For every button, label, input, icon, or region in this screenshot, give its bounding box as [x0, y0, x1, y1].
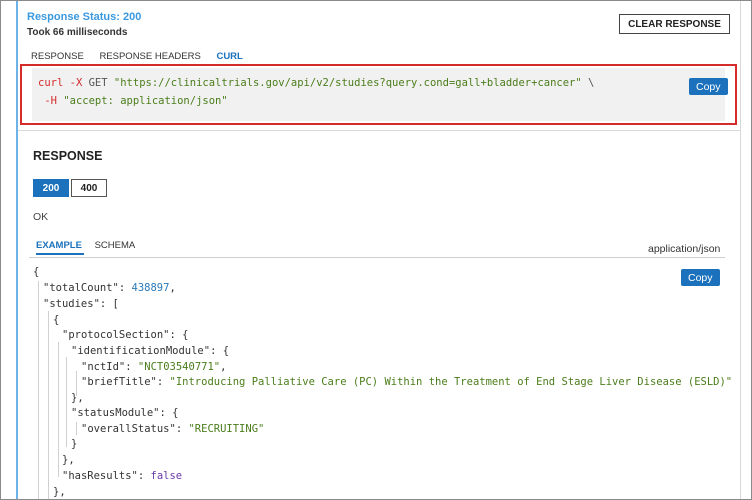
response-code-buttons: 200 400	[33, 179, 109, 197]
curl-code-block: curl -X GET "https://clinicaltrials.gov/…	[32, 68, 728, 121]
curl-header: "accept: application/json"	[63, 95, 228, 107]
curl-continuation: \	[588, 77, 595, 89]
curl-url: "https://clinicaltrials.gov/api/v2/studi…	[113, 77, 582, 89]
json-boolean: false	[150, 470, 183, 482]
json-line: "identificationModule": {	[71, 345, 230, 357]
subtabs-divider	[29, 257, 725, 258]
response-time-text: Took 66 milliseconds	[27, 27, 128, 38]
json-key: "studies"	[43, 298, 100, 310]
json-key: "totalCount"	[43, 282, 119, 294]
curl-method: GET	[88, 77, 108, 89]
json-key: "statusModule"	[71, 407, 160, 419]
json-line: "hasResults": false	[62, 470, 183, 482]
active-tab-underline	[36, 253, 84, 255]
curl-highlight-box: curl -X GET "https://clinicaltrials.gov/…	[20, 64, 737, 125]
json-number: 438897	[131, 282, 170, 294]
section-divider	[18, 130, 740, 131]
clear-response-button[interactable]: CLEAR RESPONSE	[619, 14, 730, 34]
json-example-block: Copy { "totalCount": 438897, "studies": …	[29, 259, 732, 499]
tab-example[interactable]: EXAMPLE	[36, 240, 82, 251]
json-line: "studies": [	[43, 298, 119, 310]
curl-line-1: curl -X GET "https://clinicaltrials.gov/…	[38, 77, 594, 89]
response-status-title: Response Status: 200	[27, 11, 142, 23]
response-section-title: RESPONSE	[33, 149, 103, 163]
tab-curl[interactable]: CURL	[216, 51, 242, 62]
indent-guide	[58, 342, 59, 477]
json-line: {	[33, 266, 39, 278]
json-line: {	[53, 314, 60, 326]
tab-response[interactable]: RESPONSE	[31, 51, 84, 62]
code-200-button[interactable]: 200	[33, 179, 69, 197]
curl-flag-h: -H	[44, 95, 57, 107]
copy-curl-button[interactable]: Copy	[689, 78, 728, 95]
json-line: "protocolSection": {	[62, 329, 189, 341]
json-line: },	[71, 392, 84, 404]
tab-response-headers[interactable]: RESPONSE HEADERS	[99, 51, 200, 62]
json-string: "NCT03540771"	[137, 361, 221, 373]
indent-guide	[38, 281, 39, 499]
json-line: }	[71, 438, 78, 450]
curl-command: curl	[38, 77, 64, 89]
json-line: "nctId": "NCT03540771",	[81, 361, 227, 373]
json-line: },	[53, 486, 66, 498]
json-key: "hasResults"	[62, 470, 138, 482]
indent-guide	[76, 422, 77, 435]
json-string: "RECRUITING"	[188, 423, 265, 435]
json-key: "identificationModule"	[71, 345, 211, 357]
response-status-section: Response Status: 200 Took 66 millisecond…	[18, 1, 740, 129]
tab-schema[interactable]: SCHEMA	[95, 240, 136, 251]
response-tabs: RESPONSE RESPONSE HEADERS CURL	[31, 51, 256, 62]
json-line: },	[62, 454, 75, 466]
example-schema-tabs: EXAMPLE SCHEMA	[36, 240, 145, 251]
response-panel: Response Status: 200 Took 66 millisecond…	[0, 0, 752, 500]
code-400-button[interactable]: 400	[71, 179, 107, 197]
json-line: "overallStatus": "RECRUITING"	[81, 423, 265, 435]
indent-guide	[48, 311, 49, 499]
json-key: "nctId"	[81, 361, 126, 373]
curl-line-2: -H "accept: application/json"	[38, 95, 228, 107]
indent-guide	[66, 357, 67, 447]
response-description: OK	[33, 211, 49, 223]
json-line: "statusModule": {	[71, 407, 179, 419]
json-line: "totalCount": 438897,	[43, 282, 176, 294]
json-key: "briefTitle"	[81, 376, 157, 388]
json-key: "overallStatus"	[81, 423, 176, 435]
media-type-label: application/json	[648, 243, 721, 255]
json-string: "Introducing Palliative Care (PC) Within…	[169, 376, 733, 388]
json-line: "briefTitle": "Introducing Palliative Ca…	[81, 376, 733, 388]
json-brace: {	[33, 266, 40, 278]
right-border-line	[740, 1, 741, 499]
json-key: "protocolSection"	[62, 329, 170, 341]
curl-flag-x: -X	[69, 77, 83, 89]
copy-json-button[interactable]: Copy	[681, 269, 720, 286]
